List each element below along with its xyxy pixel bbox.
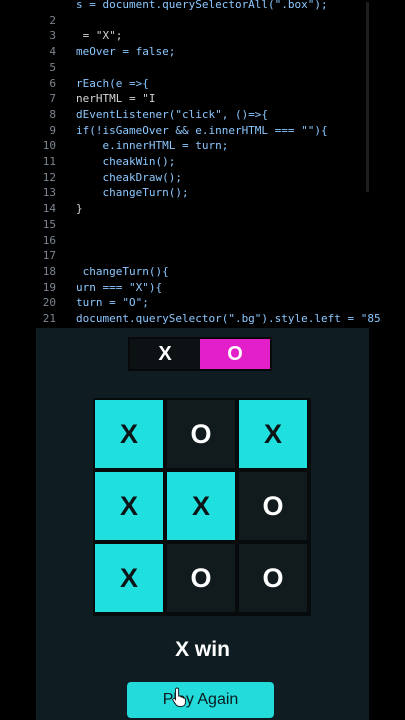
code-line: 11 cheakWin(); xyxy=(0,154,405,170)
code-line: 8 dEventListener("click", ()=>{ xyxy=(0,107,405,123)
board-cell[interactable]: X xyxy=(239,400,307,468)
line-number: 5 xyxy=(49,60,56,74)
line-number: 14 xyxy=(42,202,56,216)
line-number: 12 xyxy=(42,170,56,184)
code-text: = "X"; xyxy=(76,29,123,43)
board-cell[interactable]: X xyxy=(95,544,163,612)
line-number: 6 xyxy=(49,76,56,90)
code-line: 20 turn = "O"; xyxy=(0,295,405,311)
board-cell[interactable]: O xyxy=(239,544,307,612)
turn-indicator: X O xyxy=(128,337,272,371)
line-number: 19 xyxy=(42,280,56,294)
turn-o-label: O xyxy=(200,339,270,369)
code-text: changeTurn(){ xyxy=(76,264,169,278)
line-number: 18 xyxy=(42,264,56,278)
code-line: 3 = "X"; xyxy=(0,28,405,44)
code-line: 15 xyxy=(0,217,405,233)
line-number: 13 xyxy=(42,186,56,200)
code-line: s = document.querySelectorAll(".box"); xyxy=(0,0,405,13)
line-number: 15 xyxy=(42,217,56,231)
code-line: 10 e.innerHTML = turn; xyxy=(0,138,405,154)
line-number: 2 xyxy=(49,13,56,27)
line-number: 10 xyxy=(42,139,56,153)
board-cell[interactable]: X xyxy=(95,400,163,468)
code-line: 18 changeTurn(){ xyxy=(0,264,405,280)
code-line: 19 urn === "X"){ xyxy=(0,280,405,296)
code-line: 21 document.querySelector(".bg").style.le… xyxy=(0,311,405,327)
board-cell[interactable]: O xyxy=(239,472,307,540)
code-line: 13 changeTurn(); xyxy=(0,185,405,201)
line-number: 21 xyxy=(42,312,56,325)
code-text: e.innerHTML = turn; xyxy=(76,139,229,153)
code-text: nerHTML = "I xyxy=(76,92,156,106)
code-line: 4 meOver = false; xyxy=(0,44,405,60)
board-cell[interactable]: X xyxy=(167,472,235,540)
line-number: 9 xyxy=(49,123,56,137)
code-line: 6 rEach(e =>{ xyxy=(0,76,405,92)
line-number: 7 xyxy=(49,92,56,106)
code-line: 9 if(!isGameOver && e.innerHTML === ""){ xyxy=(0,123,405,139)
line-number: 4 xyxy=(49,45,56,59)
play-again-button[interactable]: Play Again xyxy=(127,682,274,718)
code-line: 5 xyxy=(0,60,405,76)
code-text: urn === "X"){ xyxy=(76,280,163,294)
code-line: 14} xyxy=(0,201,405,217)
line-number: 20 xyxy=(42,296,56,310)
code-text: meOver = false; xyxy=(76,45,176,59)
line-number: 11 xyxy=(42,155,56,168)
turn-x-label: X xyxy=(158,343,172,365)
code-text: } xyxy=(76,202,83,216)
code-line: 16 xyxy=(0,233,405,249)
board-cell[interactable]: O xyxy=(167,400,235,468)
code-editor[interactable]: s = document.querySelectorAll(".box"); 2 3… xyxy=(0,0,405,328)
line-number: 3 xyxy=(49,29,56,43)
board-cell[interactable]: X xyxy=(95,472,163,540)
code-line: 7 nerHTML = "I xyxy=(0,91,405,107)
code-text: changeTurn(); xyxy=(76,186,189,200)
code-text: cheakDraw(); xyxy=(76,170,182,184)
code-text: document.querySelector(".bg").style.left… xyxy=(76,312,381,325)
board-cell[interactable]: O xyxy=(167,544,235,612)
result-message: X win xyxy=(175,638,230,661)
line-number: 16 xyxy=(42,233,56,247)
code-text: dEventListener("click", ()=>{ xyxy=(76,107,269,121)
line-number: 8 xyxy=(49,107,56,121)
code-text: turn = "O"; xyxy=(76,296,149,310)
code-text: if(!isGameOver && e.innerHTML === ""){ xyxy=(76,123,328,137)
code-line: 2 xyxy=(0,13,405,29)
code-line: 17 xyxy=(0,248,405,264)
code-text: cheakWin(); xyxy=(76,155,176,168)
code-line: 12 cheakDraw(); xyxy=(0,170,405,186)
editor-scrollbar[interactable] xyxy=(366,2,369,192)
code-text: s = document.querySelectorAll(".box"); xyxy=(76,0,328,11)
hand-cursor-icon xyxy=(172,687,186,707)
line-number: 17 xyxy=(42,249,56,263)
code-text: rEach(e =>{ xyxy=(76,76,149,90)
game-board: X O X X X O X O O xyxy=(93,398,311,616)
tic-tac-toe-game: X O X O X X X O X O O X win Play Again xyxy=(36,328,369,720)
